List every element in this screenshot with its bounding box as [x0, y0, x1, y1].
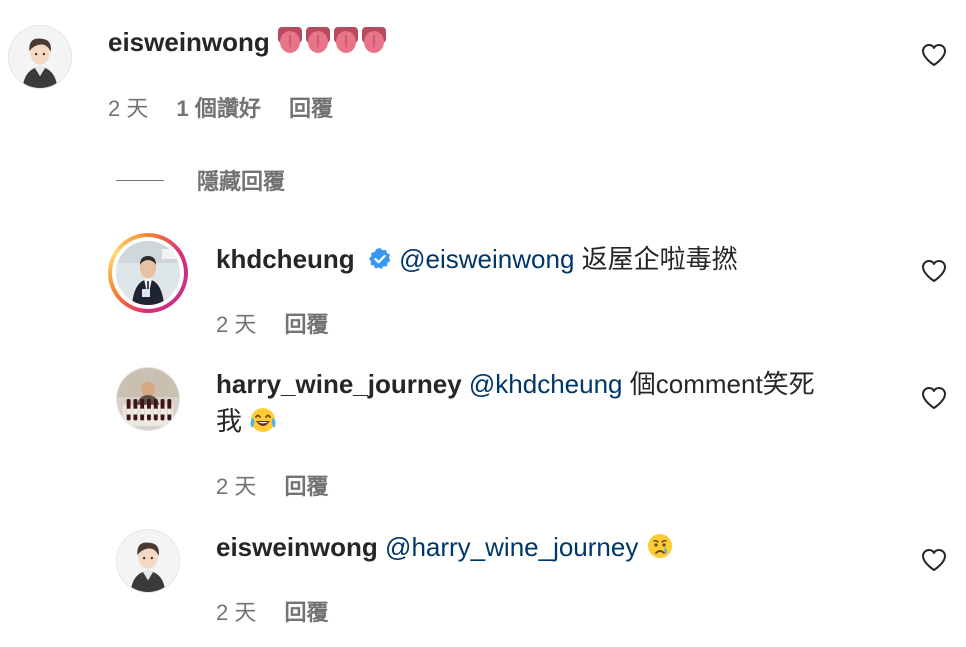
comment-mention[interactable]: @harry_wine_journey [385, 532, 638, 562]
heart-icon[interactable] [921, 43, 947, 67]
avatar-photo [116, 241, 180, 305]
avatar-illustration [117, 530, 179, 592]
crying-face-emoji [646, 532, 674, 569]
comment-meta: 2 天 回覆 [216, 598, 351, 628]
avatar-khdcheung[interactable] [108, 233, 188, 313]
heart-icon[interactable] [921, 259, 947, 283]
avatar-photo [117, 368, 179, 430]
comment-mention[interactable]: @eisweinwong [399, 244, 574, 274]
divider-line [116, 179, 164, 181]
avatar-illustration [9, 26, 71, 88]
heart-icon[interactable] [921, 386, 947, 410]
likes-count[interactable]: 1 個讚好 [176, 96, 260, 121]
comment-text-continued: 我 [216, 406, 243, 436]
reply-button[interactable]: 回覆 [284, 312, 328, 337]
comment-username[interactable]: eisweinwong [108, 27, 270, 57]
comment-username[interactable]: eisweinwong [216, 532, 378, 562]
heart-icon[interactable] [921, 548, 947, 572]
comment-text: 個comment笑死 [629, 369, 815, 399]
avatar-eisweinwong[interactable] [116, 529, 180, 593]
comment-time: 2 天 [216, 600, 257, 625]
reply-button[interactable]: 回覆 [284, 474, 328, 499]
comment-username[interactable]: khdcheung [216, 244, 355, 274]
hide-replies-label: 隱藏回覆 [197, 169, 286, 194]
comment-meta: 2 天 1 個讚好 回覆 [108, 94, 355, 124]
comment-mention[interactable]: @khdcheung [469, 369, 623, 399]
avatar-harry-wine-journey[interactable] [116, 367, 180, 431]
comment-time: 2 天 [216, 474, 257, 499]
tears-of-joy-emoji [249, 406, 277, 443]
avatar-eisweinwong[interactable] [8, 25, 72, 89]
comment-time: 2 天 [216, 312, 257, 337]
tongue-emoji [277, 25, 389, 64]
comment-text: 返屋企啦毒撚 [581, 244, 738, 274]
comment-meta: 2 天 回覆 [216, 472, 351, 502]
comment-username[interactable]: harry_wine_journey [216, 369, 462, 399]
comment-time: 2 天 [108, 96, 149, 121]
verified-badge-icon [368, 248, 391, 269]
comment-meta: 2 天 回覆 [216, 310, 351, 340]
hide-replies-toggle[interactable]: 隱藏回覆 [116, 164, 285, 196]
reply-button[interactable]: 回覆 [289, 96, 333, 121]
reply-button[interactable]: 回覆 [284, 600, 328, 625]
